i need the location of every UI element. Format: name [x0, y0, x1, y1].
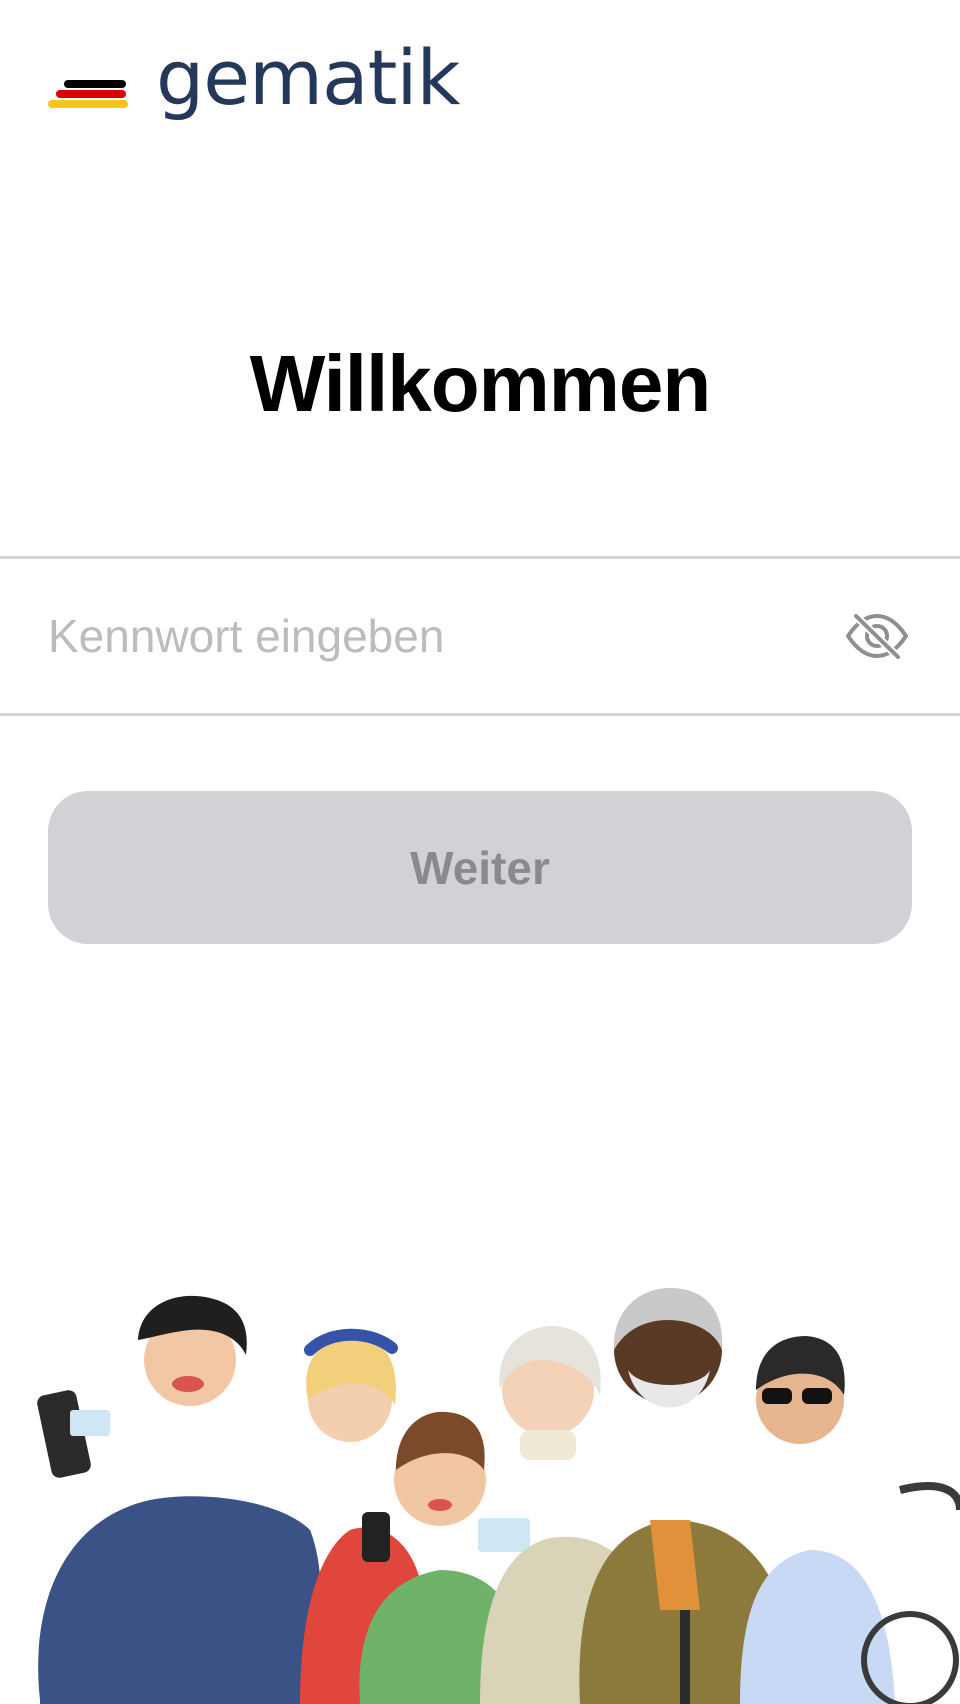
password-input[interactable]	[48, 559, 808, 713]
continue-button[interactable]: Weiter	[48, 791, 912, 944]
gematik-logo-text: gematik	[156, 33, 461, 122]
person-blue-sweater	[37, 1295, 321, 1704]
password-field	[0, 556, 960, 716]
page-title: Willkommen	[249, 339, 711, 428]
gematik-logo-mark	[48, 62, 128, 108]
person-light-blue-shirt	[740, 1336, 960, 1704]
group-of-people-illustration	[37, 1288, 960, 1704]
gematik-logo: gematik	[48, 40, 461, 122]
eye-slash-icon[interactable]	[844, 611, 910, 661]
